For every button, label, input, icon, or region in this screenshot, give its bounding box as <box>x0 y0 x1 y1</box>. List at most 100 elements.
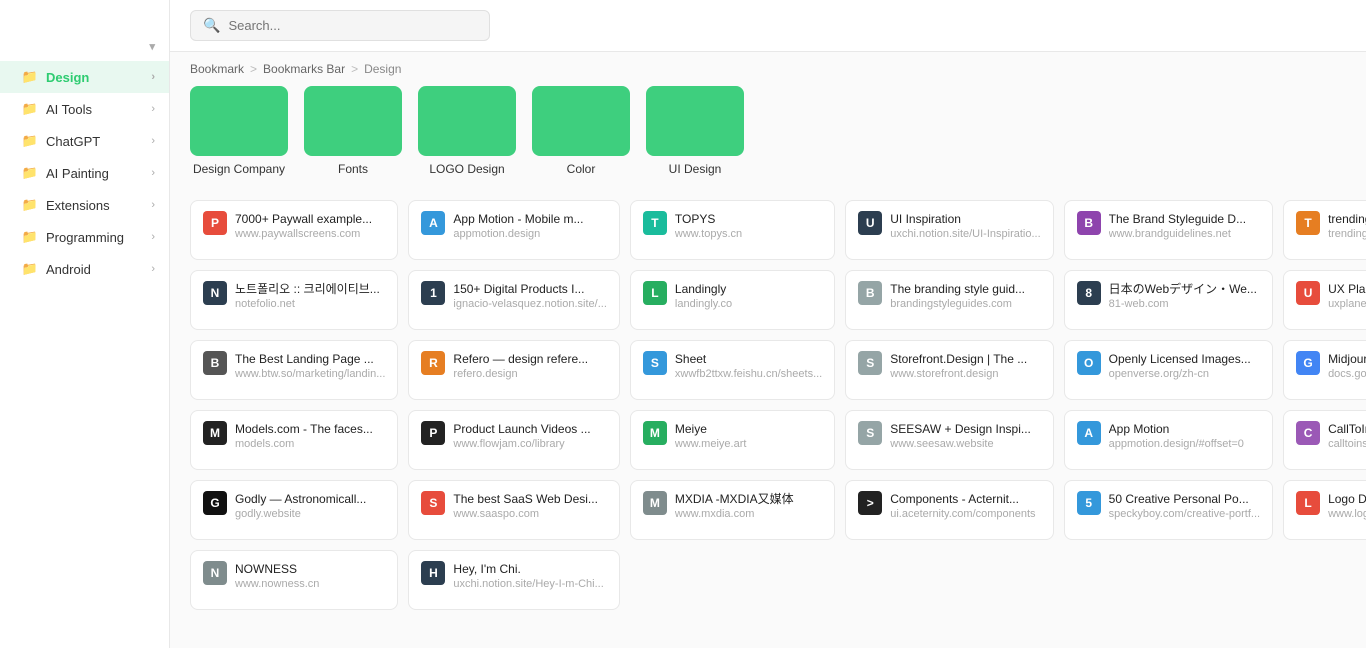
sidebar-item-label: Design <box>46 70 89 85</box>
bookmark-favicon: S <box>858 351 882 375</box>
breadcrumb-item-design: Design <box>364 62 401 76</box>
bookmark-card-8[interactable]: 1 150+ Digital Products I... ignacio-vel… <box>408 270 619 330</box>
folder-thumbnail <box>646 86 744 156</box>
bookmark-title: Godly — Astronomicall... <box>235 491 385 508</box>
bookmark-favicon: U <box>858 211 882 235</box>
sidebar-item-label: ChatGPT <box>46 134 100 149</box>
bookmark-card-31[interactable]: N NOWNESS www.nowness.cn <box>190 550 398 610</box>
bookmark-card-18[interactable]: G Midjourney v5 Photogr... docs.google.c… <box>1283 340 1366 400</box>
sidebar-item-extensions[interactable]: 📁 Extensions › <box>0 189 169 221</box>
bookmark-card-11[interactable]: 8 日本のWebデザイン・We... 81-web.com <box>1064 270 1273 330</box>
bookmark-url: speckyboy.com/creative-portf... <box>1109 508 1260 520</box>
bookmark-card-20[interactable]: P Product Launch Videos ... www.flowjam.… <box>408 410 619 470</box>
sidebar-item-left: 📁 AI Tools <box>22 101 92 117</box>
bookmark-favicon: L <box>643 281 667 305</box>
bookmark-title: Product Launch Videos ... <box>453 421 606 438</box>
bookmark-card-1[interactable]: P 7000+ Paywall example... www.paywallsc… <box>190 200 398 260</box>
search-bar[interactable]: 🔍 <box>190 10 490 41</box>
bookmark-card-30[interactable]: L Logo Design Love | on I... www.logodes… <box>1283 480 1366 540</box>
folder-card-color[interactable]: Color <box>532 86 630 176</box>
bookmark-card-22[interactable]: S SEESAW + Design Inspi... www.seesaw.we… <box>845 410 1053 470</box>
breadcrumb: Bookmark > Bookmarks Bar > Design <box>170 52 1366 86</box>
search-input[interactable] <box>228 18 477 33</box>
bookmark-info: App Motion - Mobile m... appmotion.desig… <box>453 211 606 240</box>
folder-card-logo-design[interactable]: LOGO Design <box>418 86 516 176</box>
bookmark-card-2[interactable]: A App Motion - Mobile m... appmotion.des… <box>408 200 619 260</box>
bookmark-card-10[interactable]: B The branding style guid... brandingsty… <box>845 270 1053 330</box>
bookmark-card-23[interactable]: A App Motion appmotion.design/#offset=0 <box>1064 410 1273 470</box>
bookmark-url: www.paywallscreens.com <box>235 228 385 240</box>
bookmark-card-17[interactable]: O Openly Licensed Images... openverse.or… <box>1064 340 1273 400</box>
bookmark-card-15[interactable]: S Sheet xwwfb2ttxw.feishu.cn/sheets... <box>630 340 835 400</box>
bookmark-card-5[interactable]: B The Brand Styleguide D... www.brandgui… <box>1064 200 1273 260</box>
sidebar-item-ai-tools[interactable]: 📁 AI Tools › <box>0 93 169 125</box>
bookmark-card-14[interactable]: R Refero — design refere... refero.desig… <box>408 340 619 400</box>
bookmark-card-24[interactable]: C CallToInspiration – 非常... calltoinspir… <box>1283 410 1366 470</box>
bookmark-info: MXDIA -MXDIA又媒体 www.mxdia.com <box>675 491 822 520</box>
sidebar-item-chatgpt[interactable]: 📁 ChatGPT › <box>0 125 169 157</box>
bookmark-info: Landingly landingly.co <box>675 281 822 310</box>
folder-card-ui-design[interactable]: UI Design <box>646 86 744 176</box>
folder-name: Color <box>567 162 596 176</box>
bookmark-favicon: S <box>643 351 667 375</box>
bookmark-url: xwwfb2ttxw.feishu.cn/sheets... <box>675 368 822 380</box>
bookmark-card-27[interactable]: M MXDIA -MXDIA又媒体 www.mxdia.com <box>630 480 835 540</box>
folder-card-fonts[interactable]: Fonts <box>304 86 402 176</box>
folder-thumbnail <box>304 86 402 156</box>
sidebar-item-left: 📁 Programming <box>22 229 124 245</box>
bookmark-title: The branding style guid... <box>890 281 1040 298</box>
bookmark-info: Openly Licensed Images... openverse.org/… <box>1109 351 1260 380</box>
bookmark-card-25[interactable]: G Godly — Astronomicall... godly.website <box>190 480 398 540</box>
bookmark-favicon: L <box>1296 491 1320 515</box>
bookmark-card-19[interactable]: M Models.com - The faces... models.com <box>190 410 398 470</box>
bookmark-info: The Brand Styleguide D... www.brandguide… <box>1109 211 1260 240</box>
bookmark-card-16[interactable]: S Storefront.Design | The ... www.storef… <box>845 340 1053 400</box>
sidebar-item-design[interactable]: 📁 Design › <box>0 61 169 93</box>
sidebar-item-programming[interactable]: 📁 Programming › <box>0 221 169 253</box>
sidebar-item-left: 📁 Design <box>22 69 89 85</box>
sidebar-item-left: 📁 Extensions <box>22 197 110 213</box>
folder-name: UI Design <box>669 162 722 176</box>
bookmark-card-21[interactable]: M Meiye www.meiye.art <box>630 410 835 470</box>
bookmark-title: App Motion <box>1109 421 1260 438</box>
bookmark-favicon: N <box>203 281 227 305</box>
bookmark-url: trending.design <box>1328 228 1366 240</box>
sidebar-item-android[interactable]: 📁 Android › <box>0 253 169 285</box>
bookmark-card-6[interactable]: T trending.design trending.design <box>1283 200 1366 260</box>
bookmark-card-4[interactable]: U UI Inspiration uxchi.notion.site/UI-In… <box>845 200 1053 260</box>
bookmark-card-28[interactable]: > Components - Acternit... ui.aceternity… <box>845 480 1053 540</box>
bookmark-title: Openly Licensed Images... <box>1109 351 1260 368</box>
sidebar-item-label: Programming <box>46 230 124 245</box>
bookmark-card-3[interactable]: T TOPYS www.topys.cn <box>630 200 835 260</box>
bookmark-favicon: N <box>203 561 227 585</box>
sidebar: ▾ 📁 Design › 📁 AI Tools › 📁 ChatGPT › 📁 … <box>0 0 170 648</box>
bookmark-favicon: 5 <box>1077 491 1101 515</box>
bookmark-url: ignacio-velasquez.notion.site/... <box>453 298 606 310</box>
bookmark-title: TOPYS <box>675 211 822 228</box>
bookmark-favicon: C <box>1296 421 1320 445</box>
bookmark-url: uxchi.notion.site/UI-Inspiratio... <box>890 228 1040 240</box>
bookmark-card-12[interactable]: U UX Planet uxplanet.org <box>1283 270 1366 330</box>
breadcrumb-item-bookmark[interactable]: Bookmark <box>190 62 244 76</box>
bookmark-card-13[interactable]: B The Best Landing Page ... www.btw.so/m… <box>190 340 398 400</box>
app-logo <box>0 0 169 32</box>
bookmark-url: landingly.co <box>675 298 822 310</box>
bookmark-card-32[interactable]: H Hey, I'm Chi. uxchi.notion.site/Hey-I-… <box>408 550 619 610</box>
header: 🔍 <box>170 0 1366 52</box>
bookmark-card-26[interactable]: S The best SaaS Web Desi... www.saaspo.c… <box>408 480 619 540</box>
bookmark-card-29[interactable]: 5 50 Creative Personal Po... speckyboy.c… <box>1064 480 1273 540</box>
bookmark-info: Godly — Astronomicall... godly.website <box>235 491 385 520</box>
breadcrumb-item-bookmarks-bar[interactable]: Bookmarks Bar <box>263 62 345 76</box>
sidebar-item-label: Extensions <box>46 198 110 213</box>
bookmark-card-7[interactable]: N 노트폴리오 :: 크리에이티브... notefolio.net <box>190 270 398 330</box>
bookmark-title: The Brand Styleguide D... <box>1109 211 1260 228</box>
bookmark-title: 50 Creative Personal Po... <box>1109 491 1260 508</box>
bookmark-info: TOPYS www.topys.cn <box>675 211 822 240</box>
bookmark-info: UI Inspiration uxchi.notion.site/UI-Insp… <box>890 211 1040 240</box>
bookmark-info: Meiye www.meiye.art <box>675 421 822 450</box>
sidebar-item-ai-painting[interactable]: 📁 AI Painting › <box>0 157 169 189</box>
folder-card-design-company[interactable]: Design Company <box>190 86 288 176</box>
bookmark-info: Logo Design Love | on I... www.logodesig… <box>1328 491 1366 520</box>
sidebar-bookmarks-bar-section[interactable]: ▾ <box>0 32 169 61</box>
bookmark-card-9[interactable]: L Landingly landingly.co <box>630 270 835 330</box>
